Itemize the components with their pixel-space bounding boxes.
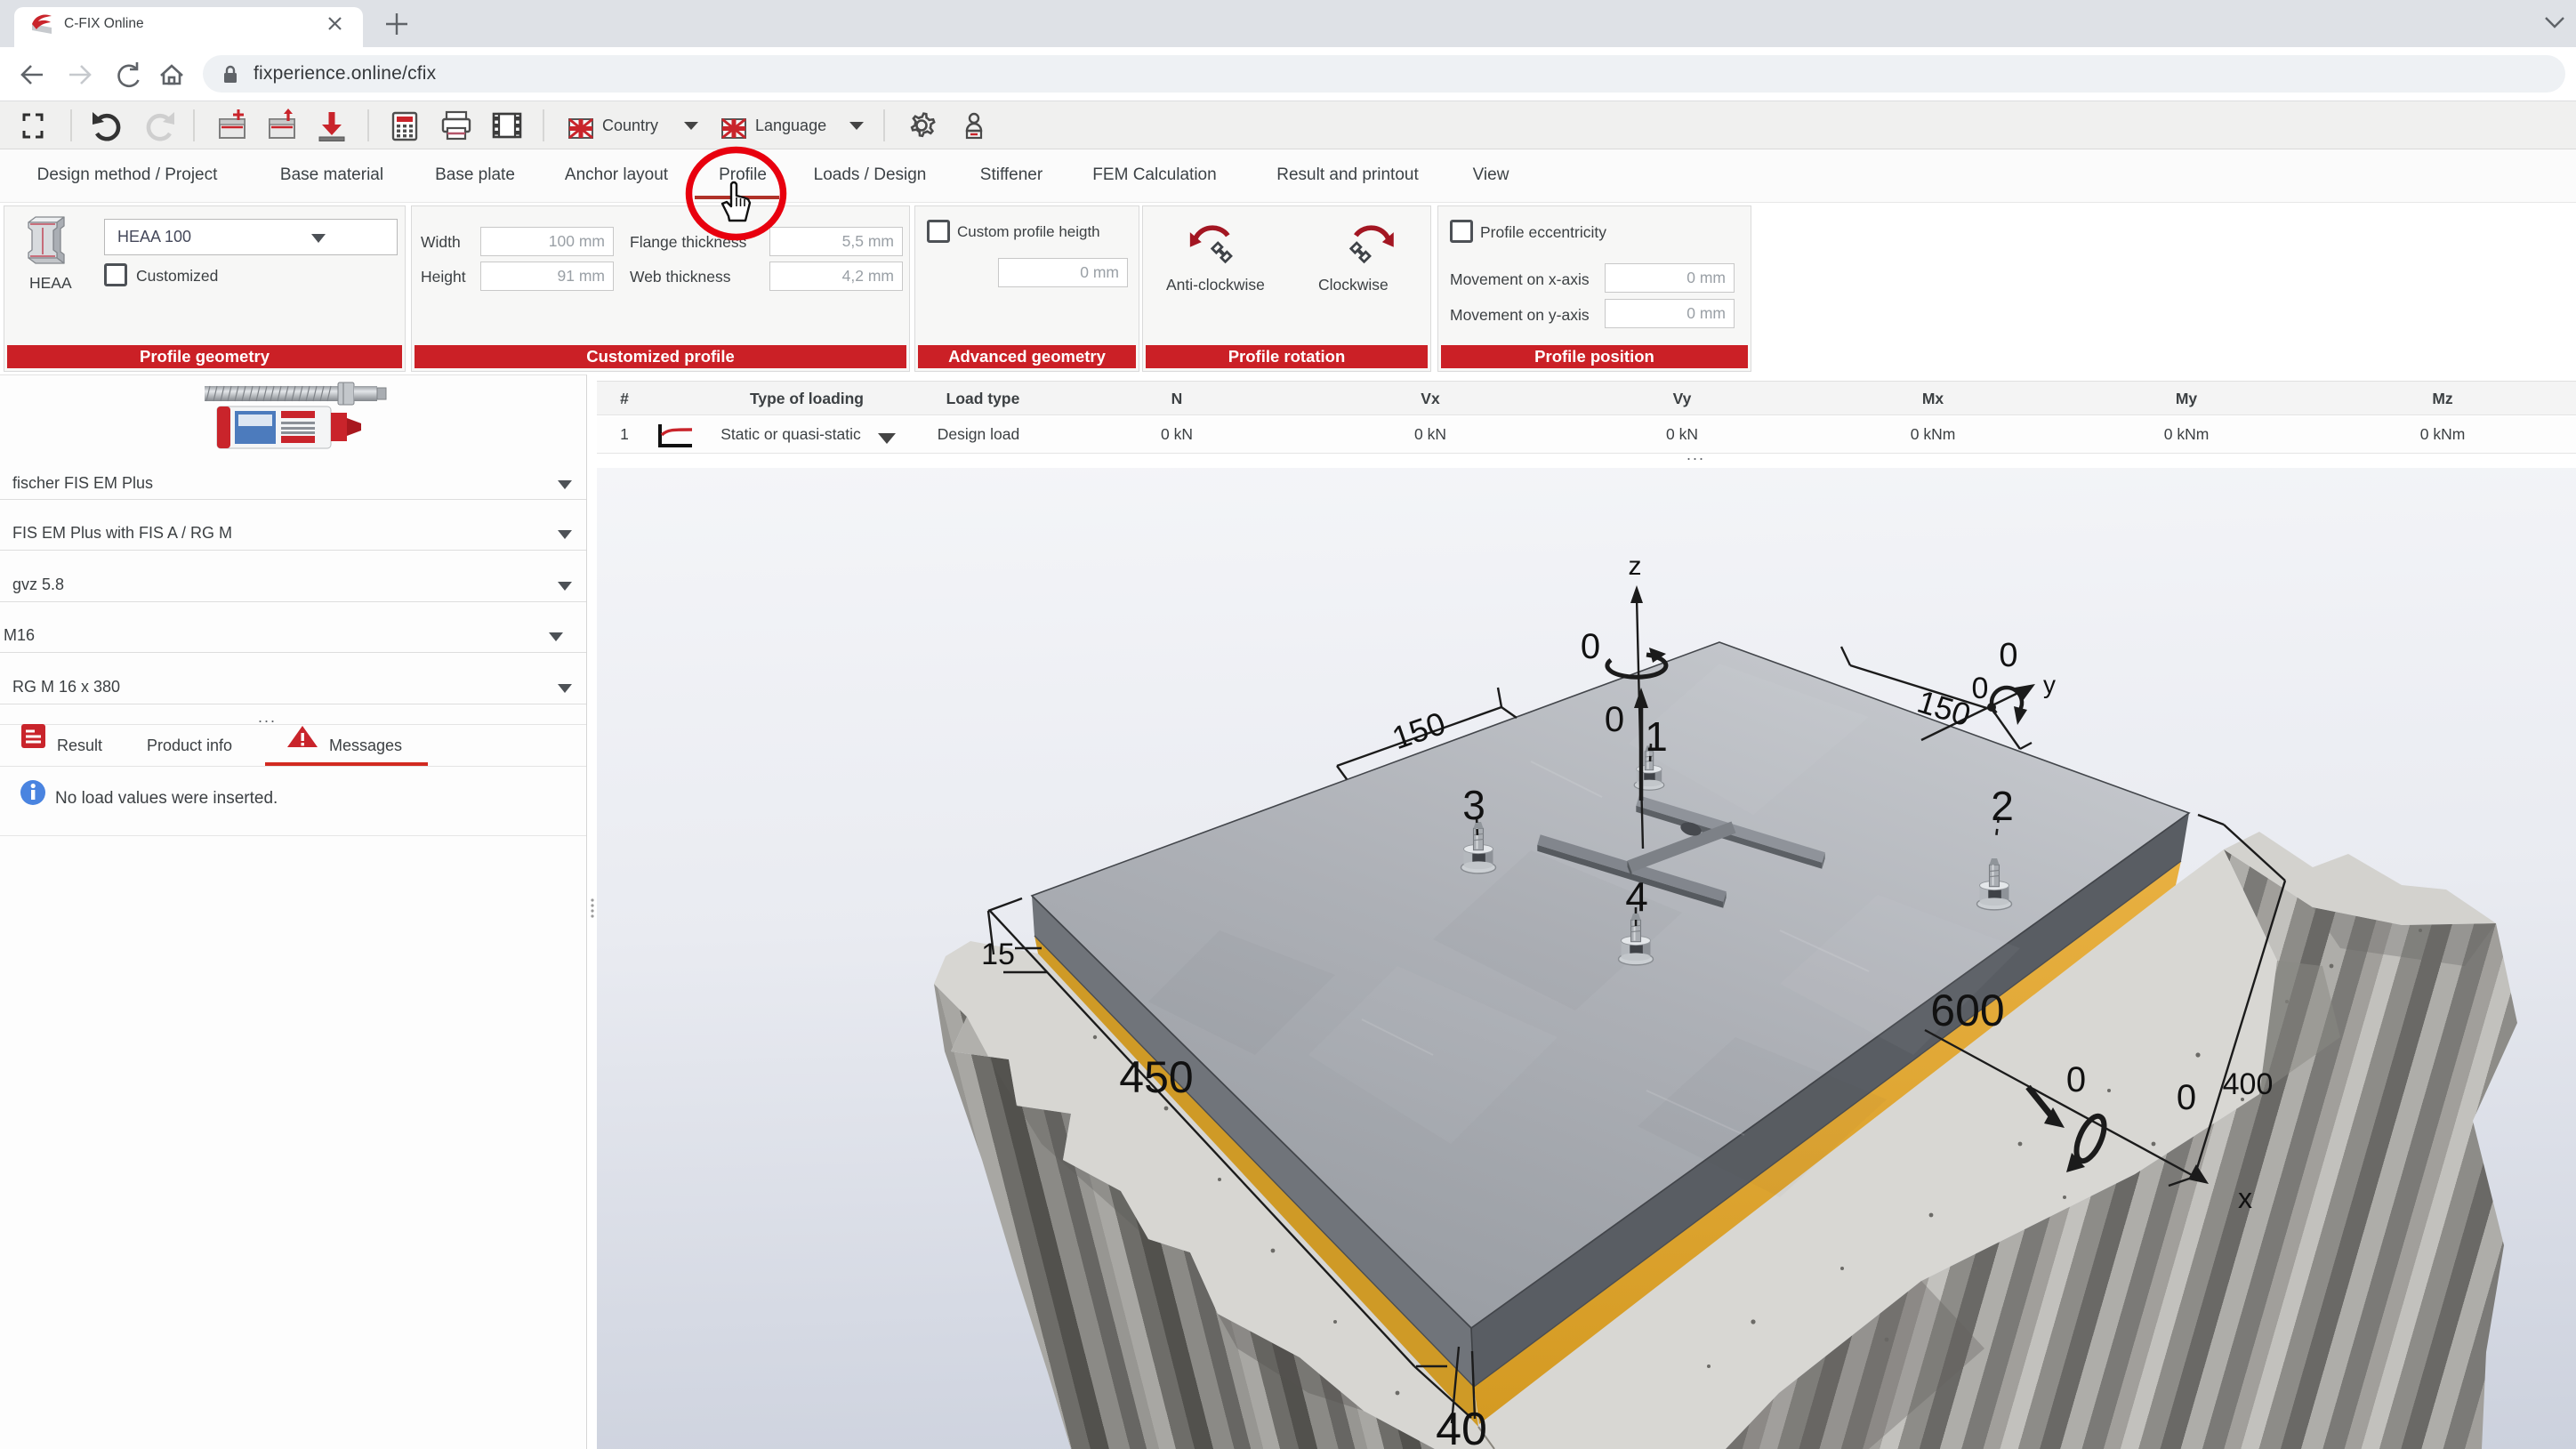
svg-text:600: 600 [1930,986,2004,1035]
svg-text:4: 4 [1625,873,1648,920]
svg-text:450: 450 [1119,1052,1193,1102]
svg-text:400: 400 [2223,1067,2274,1101]
svg-text:0: 0 [2066,1060,2086,1099]
svg-text:1: 1 [1645,713,1668,760]
svg-text:0: 0 [1581,627,1600,666]
svg-text:0: 0 [1605,700,1624,739]
svg-text:15: 15 [981,938,1015,971]
svg-text:y: y [2043,671,2056,698]
svg-text:0: 0 [2177,1078,2196,1117]
svg-text:0: 0 [1999,637,2017,674]
svg-text:2: 2 [1991,783,2014,829]
svg-text:z: z [1629,551,1642,581]
svg-text:3: 3 [1462,782,1485,828]
svg-text:40: 40 [1436,1404,1487,1449]
svg-text:x: x [2238,1182,2252,1214]
